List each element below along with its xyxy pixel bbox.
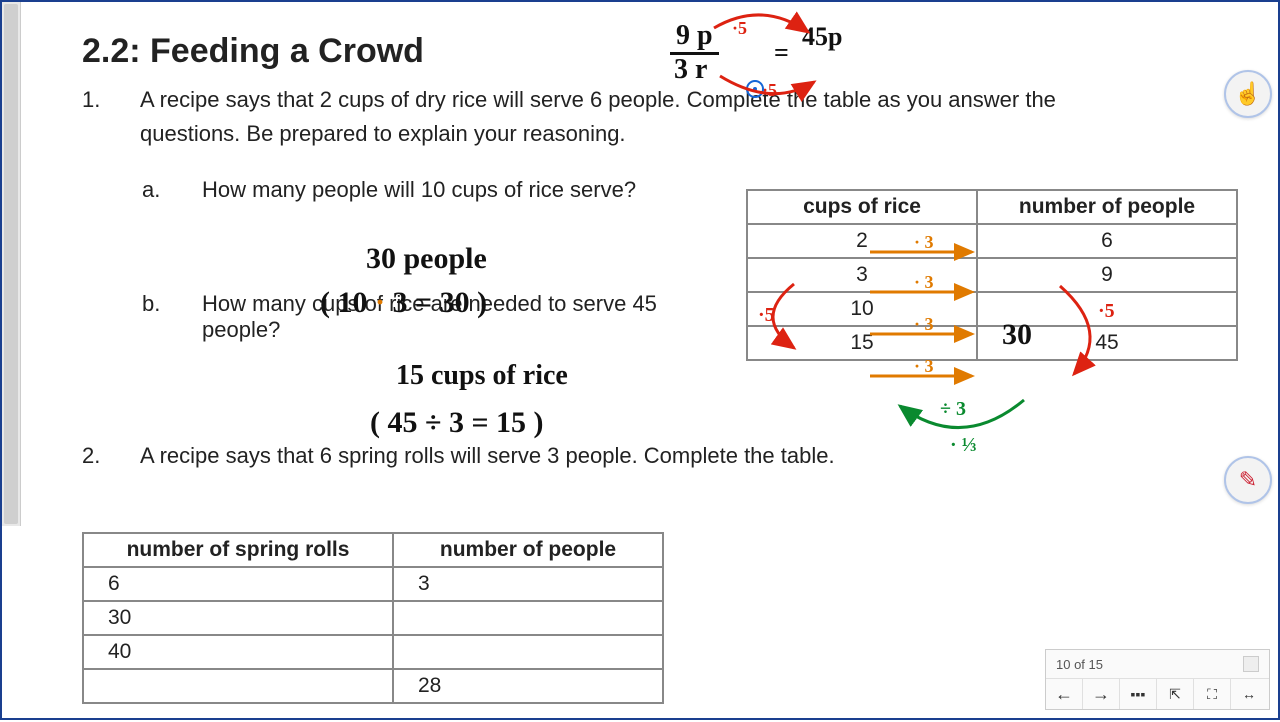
table-row: 63 <box>83 567 663 601</box>
table-row: 30 <box>83 601 663 635</box>
hw-rhs: 45p <box>802 22 842 52</box>
two-page-button[interactable]: ↔ <box>1230 679 1267 709</box>
hw-x3: · 3 <box>914 356 934 377</box>
table-header: cups of rice <box>747 190 977 224</box>
hand-tool-button[interactable]: ☝ <box>1224 70 1272 118</box>
hw-answer-a: 30 people <box>366 242 487 276</box>
pen-icon: ✎ <box>1239 467 1257 493</box>
page-nav-toolbar: 10 of 15 ← → ▪▪▪ ⇱ ⛶ ↔ <box>1045 649 1270 710</box>
fit-page-icon: ⇱ <box>1169 686 1181 703</box>
table-row: 1030 <box>747 292 1237 326</box>
vertical-scrollbar[interactable] <box>2 2 21 526</box>
arrow-left-icon: ← <box>1055 684 1073 705</box>
fit-width-button[interactable]: ⛶ <box>1193 679 1230 709</box>
sub-letter: b. <box>142 291 202 343</box>
table-header: number of spring rolls <box>83 533 393 567</box>
sub-letter: a. <box>142 177 202 203</box>
question-1: 1. A recipe says that 2 cups of dry rice… <box>82 83 1278 151</box>
hw-frac-num: 9 p <box>670 20 719 55</box>
next-page-button[interactable]: → <box>1082 679 1119 709</box>
hw-frac-den: 3 r <box>674 54 707 86</box>
fit-width-icon: ⛶ <box>1207 686 1217 703</box>
hw-answer-b: 15 cups of rice <box>396 360 568 392</box>
scrollbar-thumb[interactable] <box>4 4 18 524</box>
menu-button[interactable]: ▪▪▪ <box>1119 679 1156 709</box>
table-row: 1545 <box>747 326 1237 360</box>
table-row: 26 <box>747 224 1237 258</box>
hw-work-a: ( 10 · 3 = 30 ) <box>320 286 487 320</box>
hw-right-x5: ·5 <box>1098 300 1115 323</box>
hw-cell-30: 30 <box>1002 318 1032 352</box>
table-header: number of people <box>977 190 1237 224</box>
table-row: 28 <box>83 669 663 703</box>
question-text: A recipe says that 6 spring rolls will s… <box>140 439 835 473</box>
hw-x3: · 3 <box>914 314 934 335</box>
hand-icon: ☝ <box>1234 81 1261 107</box>
cursor-indicator <box>746 80 764 98</box>
hw-x3: · 3 <box>914 272 934 293</box>
hw-div3: ÷ 3 <box>940 398 966 421</box>
hw-x5-top: ·5 <box>732 18 747 39</box>
hw-left-x5: ·5 <box>758 304 775 327</box>
sub-text: How many people will 10 cups of rice ser… <box>202 177 636 203</box>
table-row: 40 <box>83 635 663 669</box>
question-2: 2. A recipe says that 6 spring rolls wil… <box>82 439 1278 473</box>
close-button[interactable] <box>1243 656 1259 672</box>
two-way-icon: ↔ <box>1242 686 1256 702</box>
menu-icon: ▪▪▪ <box>1131 686 1146 702</box>
table-row: 39 <box>747 258 1237 292</box>
hw-third: · ⅓ <box>950 434 977 457</box>
question-number: 1. <box>82 83 140 151</box>
hw-x3: · 3 <box>914 232 934 253</box>
hw-x5-bot: ·5 <box>762 80 777 101</box>
hw-eq: = <box>774 38 789 68</box>
rice-table: cups of rice number of people 26 39 1030… <box>746 189 1238 361</box>
question-text: A recipe says that 2 cups of dry rice wi… <box>140 83 1150 151</box>
pen-tool-button[interactable]: ✎ <box>1224 456 1272 504</box>
rolls-table: number of spring rolls number of people … <box>82 532 664 704</box>
table-header: number of people <box>393 533 663 567</box>
hw-work-b: ( 45 ÷ 3 = 15 ) <box>370 406 544 440</box>
arrow-right-icon: → <box>1092 684 1110 705</box>
fit-page-button[interactable]: ⇱ <box>1156 679 1193 709</box>
prev-page-button[interactable]: ← <box>1046 679 1082 709</box>
question-number: 2. <box>82 439 140 473</box>
page-indicator: 10 of 15 <box>1056 657 1103 672</box>
